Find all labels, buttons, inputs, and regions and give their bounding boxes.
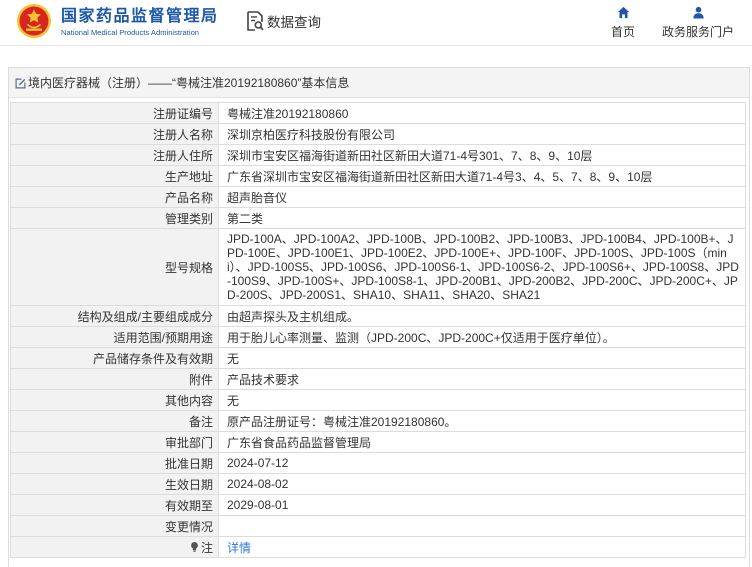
- details-link[interactable]: 详情: [227, 539, 251, 556]
- row-change-history: 变更情况: [11, 516, 745, 537]
- field-label: 批准日期: [11, 453, 219, 473]
- field-value: 2024-08-02: [227, 477, 289, 491]
- row-approval-date: 批准日期 2024-07-12: [11, 453, 745, 474]
- field-value: 第二类: [227, 211, 264, 226]
- field-value: 广东省食品药品监督管理局: [227, 435, 372, 450]
- field-label: 审批部门: [11, 432, 219, 452]
- field-label: 产品储存条件及有效期: [11, 348, 219, 368]
- field-value: 无: [227, 351, 240, 366]
- panel-title: 境内医疗器械（注册）——“粤械注准20192180860”基本信息: [28, 76, 350, 90]
- field-value: 广东省深圳市宝安区福海街道新田社区新田大道71-4号3、4、5、7、8、9、10…: [227, 169, 653, 184]
- field-value: 由超声探头及主机组成。: [227, 309, 360, 324]
- field-value: 原产品注册证号：粤械注准20192180860。: [227, 414, 457, 429]
- field-label: 管理类别: [11, 208, 219, 228]
- row-approval-department: 审批部门 广东省食品药品监督管理局: [11, 432, 745, 453]
- field-value: JPD-100A、JPD-100A2、JPD-100B、JPD-100B2、JP…: [227, 232, 739, 302]
- field-value: 超声胎音仪: [227, 190, 288, 205]
- field-label: 附件: [11, 369, 219, 389]
- field-label: 变更情况: [11, 516, 219, 536]
- field-label: 生产地址: [11, 166, 219, 186]
- site-header: 国家药品监督管理局 National Medical Products Admi…: [0, 0, 752, 46]
- row-model-spec: 型号规格 JPD-100A、JPD-100A2、JPD-100B、JPD-100…: [11, 229, 745, 306]
- row-note: 注 详情: [11, 537, 745, 558]
- module-title: 数据查询: [246, 10, 321, 32]
- nav-service-portal[interactable]: 政务服务门户: [660, 6, 736, 39]
- org-name-en: National Medical Products Administration: [61, 28, 200, 37]
- field-value: 2024-07-12: [227, 456, 289, 470]
- nav-service-portal-label: 政务服务门户: [661, 25, 734, 39]
- row-other-content: 其他内容 无: [11, 390, 745, 411]
- nav-home-label: 首页: [610, 25, 635, 39]
- detail-table: 注册证编号 粤械注准20192180860 注册人名称 深圳京柏医疗科技股份有限…: [10, 102, 746, 558]
- field-value: 用于胎儿心率测量、监测（JPD-200C、JPD-200C+仅适用于医疗单位）。: [227, 330, 615, 345]
- row-registrant-address: 注册人住所 深圳市宝安区福海街道新田社区新田大道71-4号301、7、8、9、1…: [11, 145, 745, 166]
- row-storage-conditions: 产品储存条件及有效期 无: [11, 348, 745, 369]
- field-label: 产品名称: [11, 187, 219, 207]
- row-attachments: 附件 产品技术要求: [11, 369, 745, 390]
- field-value: 深圳京柏医疗科技股份有限公司: [227, 127, 396, 142]
- field-label: 适用范围/预期用途: [11, 327, 219, 347]
- row-structure-composition: 结构及组成/主要组成成分 由超声探头及主机组成。: [11, 306, 745, 327]
- edit-document-icon: [15, 78, 26, 88]
- row-scope-intended-use: 适用范围/预期用途 用于胎儿心率测量、监测（JPD-200C、JPD-200C+…: [11, 327, 745, 348]
- field-label: 结构及组成/主要组成成分: [11, 306, 219, 326]
- field-value: 2029-08-01: [227, 498, 289, 512]
- field-value: 粤械注准20192180860: [227, 106, 349, 121]
- row-management-class: 管理类别 第二类: [11, 208, 745, 229]
- field-label: 其他内容: [11, 390, 219, 410]
- note-label: 注: [200, 540, 213, 555]
- module-title-text: 数据查询: [267, 15, 321, 30]
- lightbulb-icon: [191, 542, 198, 552]
- row-registrant-name: 注册人名称 深圳京柏医疗科技股份有限公司: [11, 124, 745, 145]
- field-value: 产品技术要求: [227, 372, 300, 387]
- user-icon: [692, 6, 704, 19]
- nmpa-emblem-icon: [17, 4, 51, 38]
- org-name-cn: 国家药品监督管理局: [61, 8, 219, 25]
- row-product-name: 产品名称 超声胎音仪: [11, 187, 745, 208]
- field-label: 注册人住所: [11, 145, 219, 165]
- row-expiry-date: 有效期至 2029-08-01: [11, 495, 745, 516]
- field-label: 注册人名称: [11, 124, 219, 144]
- field-label: 备注: [11, 411, 219, 431]
- panel-title-bar: 境内医疗器械（注册）——“粤械注准20192180860”基本信息: [9, 68, 749, 98]
- nav-home[interactable]: 首页: [610, 6, 636, 39]
- field-label: 型号规格: [11, 229, 219, 305]
- row-effective-date: 生效日期 2024-08-02: [11, 474, 745, 495]
- field-label: 生效日期: [11, 474, 219, 494]
- field-value: [219, 516, 745, 536]
- row-production-address: 生产地址 广东省深圳市宝安区福海街道新田社区新田大道71-4号3、4、5、7、8…: [11, 166, 745, 187]
- home-icon: [617, 6, 629, 19]
- note-label-cell: 注: [11, 537, 219, 557]
- field-label: 注册证编号: [11, 103, 219, 123]
- field-label: 有效期至: [11, 495, 219, 515]
- field-value: 深圳市宝安区福海街道新田社区新田大道71-4号301、7、8、9、10层: [227, 148, 593, 163]
- row-registration-number: 注册证编号 粤械注准20192180860: [11, 103, 745, 124]
- row-remarks: 备注 原产品注册证号：粤械注准20192180860。: [11, 411, 745, 432]
- field-value: 无: [227, 393, 240, 408]
- search-document-icon: [247, 11, 264, 31]
- note-value-cell: 详情: [219, 537, 745, 557]
